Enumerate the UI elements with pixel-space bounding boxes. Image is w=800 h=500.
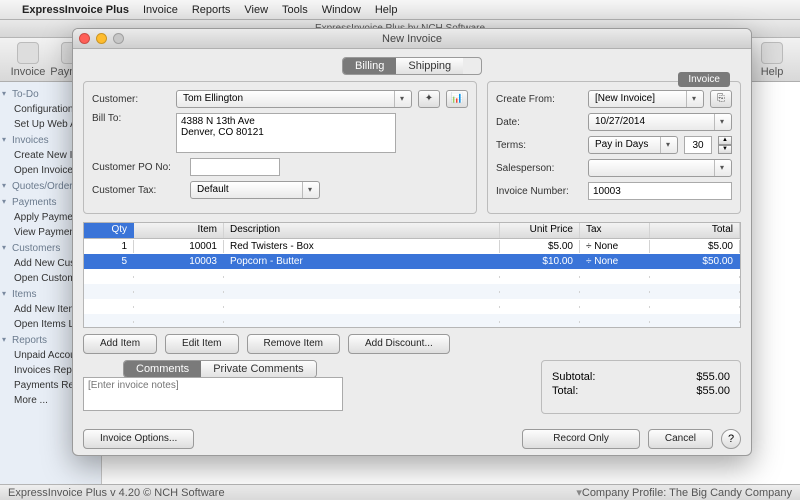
invoice-badge: Invoice [678, 72, 730, 87]
invoice-icon [17, 42, 39, 64]
createfrom-combo[interactable]: [New Invoice] [588, 90, 704, 108]
salesperson-combo[interactable] [588, 159, 732, 177]
menu-help[interactable]: Help [375, 4, 398, 16]
terms-combo[interactable]: Pay in Days [588, 136, 678, 154]
col-price[interactable]: Unit Price [500, 223, 580, 238]
company-profile[interactable]: Company Profile: The Big Candy Company [582, 487, 792, 499]
date-label: Date: [496, 117, 582, 128]
terms-days-input[interactable] [684, 136, 712, 154]
invoiceno-input[interactable] [588, 182, 732, 200]
table-row[interactable] [84, 299, 740, 314]
add-item-button[interactable]: Add Item [83, 334, 157, 354]
col-qty[interactable]: Qty [84, 223, 134, 238]
customer-combo[interactable]: Tom Ellington [176, 90, 412, 108]
subtotal-value: $55.00 [696, 371, 730, 383]
table-row[interactable] [84, 284, 740, 299]
dialog-title: New Invoice [382, 33, 442, 45]
add-customer-icon[interactable]: ✦ [418, 90, 440, 108]
terms-stepper[interactable]: ▲▼ [718, 136, 732, 154]
menu-invoice[interactable]: Invoice [143, 4, 178, 16]
totals-panel: Subtotal: $55.00 Total: $55.00 [541, 360, 741, 414]
help-button[interactable]: ? [721, 429, 741, 449]
menu-app[interactable]: ExpressInvoice Plus [22, 4, 129, 16]
line-items-table[interactable]: Qty Item Description Unit Price Tax Tota… [83, 222, 741, 328]
close-icon[interactable] [79, 33, 90, 44]
menu-tools[interactable]: Tools [282, 4, 308, 16]
menu-window[interactable]: Window [322, 4, 361, 16]
tab-shipping[interactable]: Shipping [396, 58, 463, 74]
cancel-button[interactable]: Cancel [648, 429, 713, 449]
total-label: Total: [552, 385, 578, 397]
comments-textarea[interactable] [83, 377, 343, 411]
tax-label: Customer Tax: [92, 185, 184, 196]
billto-textarea[interactable] [176, 113, 396, 153]
record-only-button[interactable]: Record Only [522, 429, 640, 449]
version-label: ExpressInvoice Plus v 4.20 © NCH Softwar… [8, 487, 225, 499]
invoiceno-label: Invoice Number: [496, 186, 582, 197]
customer-label: Customer: [92, 94, 170, 105]
help-icon [761, 42, 783, 64]
zoom-icon [113, 33, 124, 44]
invoice-options-button[interactable]: Invoice Options... [83, 429, 194, 449]
table-row[interactable] [84, 314, 740, 328]
salesperson-label: Salesperson: [496, 163, 582, 174]
menu-reports[interactable]: Reports [192, 4, 231, 16]
table-row[interactable] [84, 269, 740, 284]
toolbar-invoice[interactable]: Invoice [6, 42, 50, 78]
add-discount-button[interactable]: Add Discount... [348, 334, 450, 354]
billto-label: Bill To: [92, 113, 170, 124]
createfrom-action-icon[interactable]: ⎘ [710, 90, 732, 108]
table-row[interactable]: 510003Popcorn - Butter$10.00÷ None$50.00 [84, 254, 740, 269]
menu-view[interactable]: View [244, 4, 268, 16]
col-tax[interactable]: Tax [580, 223, 650, 238]
terms-label: Terms: [496, 140, 582, 151]
minimize-icon[interactable] [96, 33, 107, 44]
createfrom-label: Create From: [496, 94, 582, 105]
date-field[interactable]: 10/27/2014 [588, 113, 732, 131]
invoice-panel: Invoice Create From: [New Invoice] ⎘ Dat… [487, 81, 741, 214]
comments-section: Comments Private Comments [83, 360, 531, 414]
col-total[interactable]: Total [650, 223, 740, 238]
remove-item-button[interactable]: Remove Item [247, 334, 340, 354]
dialog-titlebar: New Invoice [73, 29, 751, 49]
col-desc[interactable]: Description [224, 223, 500, 238]
po-label: Customer PO No: [92, 162, 184, 173]
tab-comments[interactable]: Comments [124, 361, 201, 377]
os-menubar: ExpressInvoice Plus Invoice Reports View… [0, 0, 800, 20]
edit-item-button[interactable]: Edit Item [165, 334, 238, 354]
customer-stats-icon[interactable]: 📊 [446, 90, 468, 108]
tax-combo[interactable]: Default [190, 181, 320, 199]
po-input[interactable] [190, 158, 280, 176]
subtotal-label: Subtotal: [552, 371, 595, 383]
tab-private-comments[interactable]: Private Comments [201, 361, 315, 377]
new-invoice-dialog: New Invoice Billing Shipping Customer: T… [72, 28, 752, 456]
total-value: $55.00 [696, 385, 730, 397]
billing-panel: Customer: Tom Ellington ✦ 📊 Bill To: Cus… [83, 81, 477, 214]
table-header: Qty Item Description Unit Price Tax Tota… [84, 223, 740, 239]
toolbar-help[interactable]: Help [750, 42, 794, 78]
billing-shipping-tabs: Billing Shipping [342, 57, 482, 75]
status-bar: ExpressInvoice Plus v 4.20 © NCH Softwar… [0, 484, 800, 500]
col-item[interactable]: Item [134, 223, 224, 238]
table-row[interactable]: 110001Red Twisters - Box$5.00÷ None$5.00 [84, 239, 740, 254]
tab-billing[interactable]: Billing [343, 58, 396, 74]
